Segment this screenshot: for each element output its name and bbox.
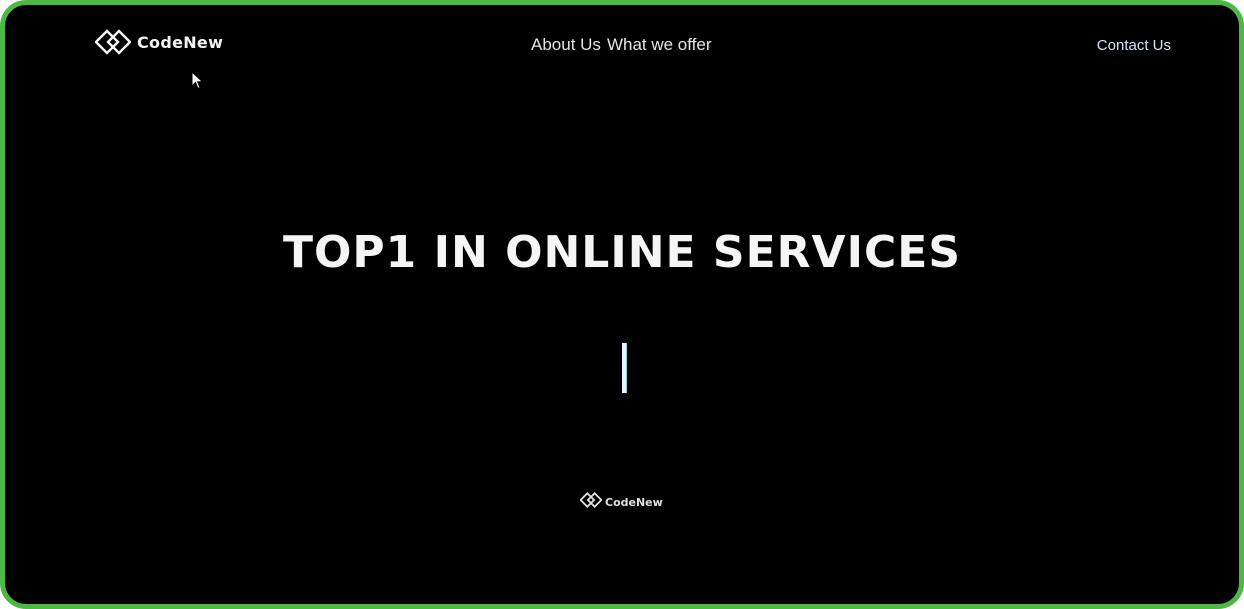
logo-text: CodeNew (137, 32, 224, 52)
nav-what-we-offer[interactable]: What we offer (607, 35, 712, 55)
hero-title: TOP1 IN ONLINE SERVICES (282, 227, 962, 278)
nav-about-us[interactable]: About Us (531, 35, 601, 55)
page-frame: CodeNew About Us What we offer Contact U… (0, 0, 1244, 609)
footer-logo-text: CodeNew (605, 496, 663, 509)
footer-logo[interactable]: CodeNew (579, 491, 663, 513)
diamond-logo-icon (579, 491, 603, 513)
nav-contact-us[interactable]: Contact Us (1097, 37, 1171, 54)
text-caret-icon (622, 343, 626, 393)
header-logo[interactable]: CodeNew (95, 29, 223, 55)
mouse-pointer-icon (191, 70, 205, 96)
main-nav: About Us What we offer (531, 35, 712, 55)
diamond-logo-icon (95, 29, 131, 55)
